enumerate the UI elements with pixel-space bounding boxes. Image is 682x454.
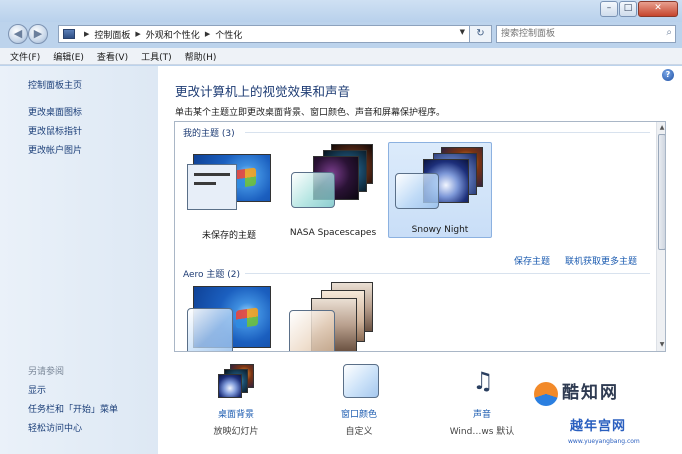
window-color-label[interactable]: 窗口颜色 bbox=[319, 407, 399, 420]
forward-button[interactable]: ▶ bbox=[28, 24, 48, 44]
window-color-swatch bbox=[187, 308, 233, 351]
menu-view[interactable]: 查看(V) bbox=[97, 50, 128, 63]
scrollbar[interactable]: ▲ ▼ bbox=[656, 122, 665, 351]
minimize-button[interactable]: – bbox=[600, 1, 618, 17]
sidebar-item-home[interactable]: 控制面板主页 bbox=[28, 78, 82, 91]
sidebar-item-ease-of-access[interactable]: 轻松访问中心 bbox=[28, 421, 82, 434]
desktop-background-label[interactable]: 桌面背景 bbox=[196, 407, 276, 420]
see-also-heading: 另请参阅 bbox=[28, 367, 65, 377]
page-description: 单击某个主题立即更改桌面背景、窗口颜色、声音和屏幕保护程序。 bbox=[175, 108, 446, 118]
theme-tile-snowy-night[interactable]: Snowy Night bbox=[388, 142, 492, 238]
control-panel-icon bbox=[63, 29, 75, 39]
desktop-background-icon bbox=[218, 364, 256, 400]
chevron-right-icon[interactable]: ▶ bbox=[135, 30, 140, 38]
theme-list[interactable]: 我的主题 (3) 未保存的主题 NASA Spacescapes Snowy N… bbox=[174, 121, 666, 352]
watermark: 酷知网 越年宫网 www.yueyangbang.com bbox=[530, 368, 680, 452]
sidebar-item-mouse-pointer[interactable]: 更改鼠标指针 bbox=[28, 124, 82, 137]
close-button[interactable]: ✕ bbox=[638, 1, 678, 17]
menu-tools[interactable]: 工具(T) bbox=[141, 50, 172, 63]
address-bar: ◀ ▶ ▶ 控制面板 ▶ 外观和个性化 ▶ 个性化 ▼ ↻ ⌕ bbox=[0, 22, 682, 46]
divider bbox=[245, 273, 650, 274]
help-icon[interactable]: ? bbox=[662, 69, 674, 81]
aero-themes-header: Aero 主题 (2) bbox=[183, 270, 241, 280]
breadcrumb[interactable]: ▶ 控制面板 ▶ 外观和个性化 ▶ 个性化 ▼ bbox=[58, 25, 470, 43]
menu-help[interactable]: 帮助(H) bbox=[185, 50, 217, 63]
theme-tile-nasa[interactable]: NASA Spacescapes bbox=[283, 142, 383, 242]
theme-label: NASA Spacescapes bbox=[289, 228, 377, 238]
window-color-status: 自定义 bbox=[345, 427, 373, 437]
divider bbox=[194, 173, 230, 176]
refresh-button[interactable]: ↻ bbox=[470, 25, 492, 43]
sidebar: 控制面板主页 更改桌面图标 更改鼠标指针 更改帐户图片 另请参阅 显示 任务栏和… bbox=[0, 66, 158, 454]
sound-button[interactable]: ♫ 声音 Wind…ws 默认 bbox=[442, 362, 522, 437]
scroll-down-icon[interactable]: ▼ bbox=[658, 340, 665, 349]
window-color-button[interactable]: 窗口颜色 自定义 bbox=[319, 362, 399, 437]
theme-label: 未保存的主题 bbox=[201, 231, 256, 241]
scrollbar-thumb[interactable] bbox=[658, 134, 665, 250]
theme-tile-architecture[interactable] bbox=[283, 282, 383, 351]
watermark-text: 酷知网 bbox=[562, 383, 619, 403]
menu-edit[interactable]: 编辑(E) bbox=[53, 50, 84, 63]
breadcrumb-personalization[interactable]: 个性化 bbox=[215, 28, 242, 41]
breadcrumb-appearance[interactable]: 外观和个性化 bbox=[146, 28, 200, 41]
brand-logo-icon bbox=[534, 382, 558, 406]
save-theme-link[interactable]: 保存主题 bbox=[514, 254, 550, 267]
chevron-down-icon[interactable]: ▼ bbox=[460, 28, 465, 36]
watermark-text: 越年宫网 bbox=[570, 419, 627, 434]
back-button[interactable]: ◀ bbox=[8, 24, 28, 44]
maximize-button[interactable]: □ bbox=[619, 1, 637, 17]
theme-label: Snowy Night bbox=[411, 225, 469, 235]
theme-tile-unsaved[interactable]: 未保存的主题 bbox=[179, 142, 279, 242]
window-color-swatch bbox=[289, 310, 335, 351]
windows-logo-icon bbox=[234, 167, 256, 189]
theme-tile-windows7[interactable] bbox=[179, 282, 279, 351]
chevron-right-icon[interactable]: ▶ bbox=[84, 30, 89, 38]
watermark-url: www.yueyangbang.com bbox=[568, 438, 640, 445]
arrow-right-icon: ▶ bbox=[33, 27, 43, 40]
refresh-icon: ↻ bbox=[476, 28, 485, 39]
sidebar-item-taskbar[interactable]: 任务栏和「开始」菜单 bbox=[28, 402, 118, 415]
sound-icon: ♫ bbox=[472, 367, 494, 395]
sidebar-item-display[interactable]: 显示 bbox=[28, 383, 46, 396]
arrow-left-icon: ◀ bbox=[13, 27, 23, 40]
chevron-right-icon[interactable]: ▶ bbox=[205, 30, 210, 38]
divider bbox=[194, 182, 216, 185]
menu-bar: 文件(F) 编辑(E) 查看(V) 工具(T) 帮助(H) bbox=[0, 48, 682, 65]
search-input[interactable] bbox=[497, 26, 657, 42]
sidebar-item-account-picture[interactable]: 更改帐户图片 bbox=[28, 143, 82, 156]
menu-file[interactable]: 文件(F) bbox=[10, 50, 40, 63]
breadcrumb-control-panel[interactable]: 控制面板 bbox=[94, 28, 130, 41]
search-icon[interactable]: ⌕ bbox=[666, 27, 672, 38]
scroll-up-icon[interactable]: ▲ bbox=[658, 123, 665, 132]
get-more-themes-link[interactable]: 联机获取更多主题 bbox=[565, 254, 637, 267]
desktop-background-button[interactable]: 桌面背景 放映幻灯片 bbox=[196, 362, 276, 437]
search-box[interactable]: ⌕ bbox=[496, 25, 676, 43]
windows-logo-icon bbox=[236, 307, 258, 329]
page-title: 更改计算机上的视觉效果和声音 bbox=[175, 84, 351, 99]
divider bbox=[245, 132, 650, 133]
window-color-swatch bbox=[291, 172, 335, 208]
sound-label[interactable]: 声音 bbox=[442, 407, 522, 420]
window-color-swatch bbox=[395, 173, 439, 209]
sound-status: Wind…ws 默认 bbox=[449, 427, 515, 437]
sidebar-item-desktop-icons[interactable]: 更改桌面图标 bbox=[28, 105, 82, 118]
desktop-background-status: 放映幻灯片 bbox=[213, 427, 259, 437]
my-themes-header: 我的主题 (3) bbox=[183, 129, 235, 139]
window-color-icon bbox=[341, 364, 379, 400]
title-bar: – □ ✕ bbox=[0, 0, 682, 22]
theme-window-preview bbox=[187, 164, 237, 210]
